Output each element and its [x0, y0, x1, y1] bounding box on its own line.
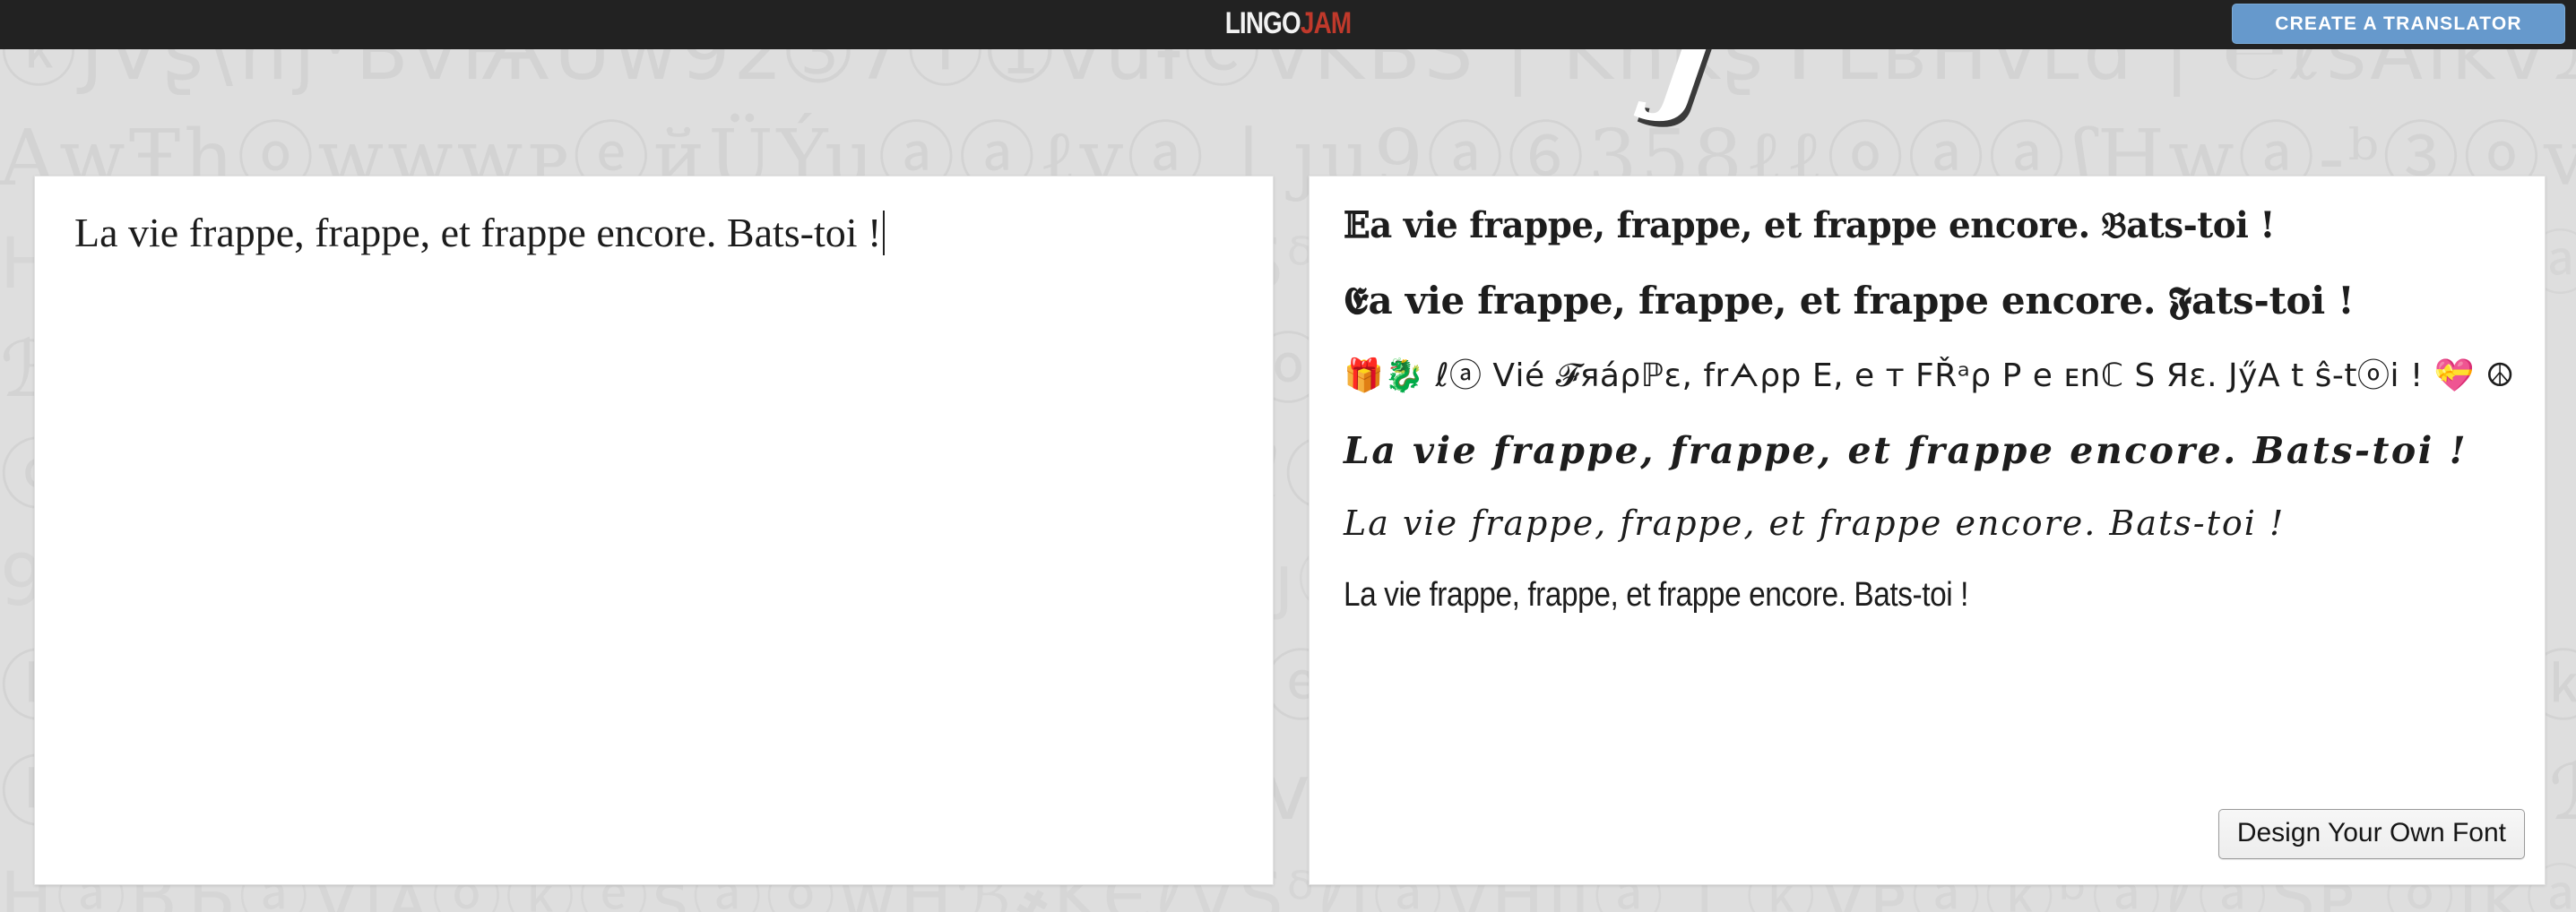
- create-a-translator-button[interactable]: CREATE A TRANSLATOR: [2232, 4, 2565, 44]
- logo-text-lingo: LINGO: [1224, 6, 1301, 40]
- text-caret: [883, 211, 886, 255]
- design-your-own-font-button[interactable]: Design Your Own Font: [2217, 809, 2525, 859]
- output-results-panel[interactable]: 𝔼a vie frappe, frappe, et frappe encore.…: [1309, 176, 2546, 885]
- output-line[interactable]: 𝔼a vie frappe, frappe, et frappe encore.…: [1344, 198, 2488, 254]
- output-line[interactable]: 𝕰a vie frappe, frappe, et frappe encore.…: [1344, 273, 2523, 329]
- output-line[interactable]: La vie frappe, frappe, et frappe encore.…: [1344, 497, 2523, 549]
- output-line[interactable]: La vie frappe, frappe, et frappe encore.…: [1344, 424, 2523, 478]
- input-text-value: La vie frappe, frappe, et frappe encore.…: [74, 210, 882, 255]
- output-line[interactable]: La vie frappe, frappe, et frappe encore.…: [1344, 569, 2382, 621]
- site-header: LINGOJAM CREATE A TRANSLATOR: [0, 0, 2576, 49]
- lingojam-logo[interactable]: LINGOJAM: [1225, 5, 1352, 41]
- output-line[interactable]: 🎁🐉 ℓⓐ Ⅴié 𝓕яáρℙε, frᗅρp E, e т FŘᵃρ P e …: [1344, 348, 2523, 404]
- output-line-list: 𝔼a vie frappe, frappe, et frappe encore.…: [1344, 198, 2523, 641]
- input-text-panel[interactable]: La vie frappe, frappe, et frappe encore.…: [34, 176, 1274, 885]
- logo-text-jam: JAM: [1300, 6, 1352, 40]
- input-textarea[interactable]: La vie frappe, frappe, et frappe encore.…: [74, 206, 1253, 260]
- translator-panels: La vie frappe, frappe, et frappe encore.…: [0, 0, 2576, 912]
